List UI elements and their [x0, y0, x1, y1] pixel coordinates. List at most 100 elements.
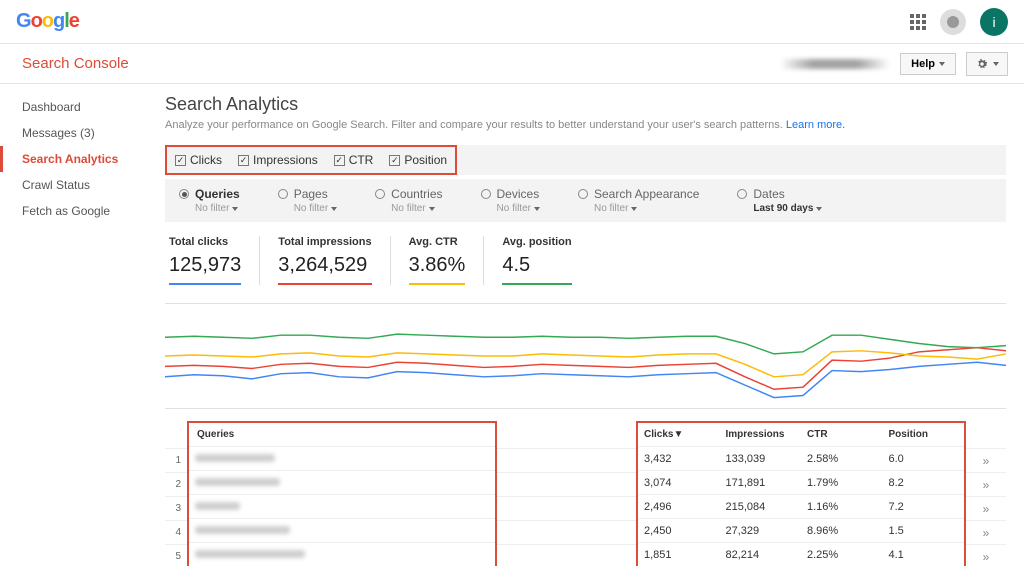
page-title: Search Analytics: [165, 94, 1006, 115]
radio-icon: [375, 189, 385, 199]
expand-row-button[interactable]: [966, 544, 1006, 568]
caret-down-icon: [534, 207, 540, 211]
sidebar: DashboardMessages (3)Search AnalyticsCra…: [0, 84, 155, 588]
notifications-icon[interactable]: [940, 9, 966, 35]
row-number: 2: [165, 479, 187, 490]
table-row-metrics: 3,074171,8911.79%8.2: [638, 470, 964, 494]
radio-icon: [179, 189, 189, 199]
site-selector[interactable]: [780, 59, 890, 69]
query-text: [195, 526, 290, 534]
expand-row-button[interactable]: [966, 448, 1006, 472]
chevron-right-icon: [983, 502, 990, 516]
ctr-header[interactable]: CTR: [801, 429, 883, 440]
topbar: Google i: [0, 0, 1024, 44]
dimension-filter[interactable]: No filter: [391, 203, 442, 214]
chevron-right-icon: [983, 478, 990, 492]
metric-checkbox-clicks[interactable]: ✓Clicks: [175, 153, 222, 167]
caret-down-icon: [939, 62, 945, 66]
checkbox-icon: ✓: [175, 155, 186, 166]
settings-button[interactable]: [966, 52, 1008, 76]
stat-total-impressions: Total impressions3,264,529: [260, 236, 390, 285]
query-text: [195, 502, 240, 510]
caret-down-icon: [631, 207, 637, 211]
metric-checkboxes: ✓Clicks ✓Impressions ✓CTR ✓Position: [165, 145, 457, 175]
query-text: [195, 454, 275, 462]
avatar[interactable]: i: [980, 8, 1008, 36]
sidebar-item-crawl-status[interactable]: Crawl Status: [0, 172, 155, 198]
dimension-pages[interactable]: PagesNo filter: [278, 187, 337, 214]
checkbox-icon: ✓: [389, 155, 400, 166]
dimension-dates[interactable]: DatesLast 90 days: [737, 187, 822, 214]
caret-down-icon: [232, 207, 238, 211]
row-number: 4: [165, 527, 187, 538]
impressions-header[interactable]: Impressions: [720, 429, 802, 440]
dimension-countries[interactable]: CountriesNo filter: [375, 187, 442, 214]
results-table: 12345 Queries Clicks▼ Impressions CTR Po…: [165, 421, 1006, 568]
clicks-header[interactable]: Clicks▼: [638, 429, 720, 440]
learn-more-link[interactable]: Learn more.: [786, 119, 845, 131]
table-row-metrics: 1,85182,2142.25%4.1: [638, 542, 964, 566]
table-row[interactable]: [189, 518, 495, 542]
expand-row-button[interactable]: [966, 520, 1006, 544]
chevron-right-icon: [983, 526, 990, 540]
dimension-queries[interactable]: QueriesNo filter: [179, 187, 240, 214]
chevron-right-icon: [983, 550, 990, 564]
analytics-chart: [165, 303, 1006, 409]
dimension-filter[interactable]: No filter: [195, 203, 240, 214]
dimension-filter[interactable]: No filter: [497, 203, 540, 214]
radio-icon: [481, 189, 491, 199]
sidebar-item-dashboard[interactable]: Dashboard: [0, 94, 155, 120]
sidebar-item-search-analytics[interactable]: Search Analytics: [0, 146, 155, 172]
position-header[interactable]: Position: [883, 429, 965, 440]
table-row[interactable]: [189, 446, 495, 470]
dimension-filter[interactable]: Last 90 days: [753, 203, 822, 214]
radio-icon: [737, 189, 747, 199]
caret-down-icon: [816, 207, 822, 211]
caret-down-icon: [429, 207, 435, 211]
table-row[interactable]: [189, 470, 495, 494]
query-text: [195, 550, 305, 558]
metric-checkbox-ctr[interactable]: ✓CTR: [334, 153, 374, 167]
dimension-devices[interactable]: DevicesNo filter: [481, 187, 540, 214]
dimension-row: QueriesNo filter PagesNo filter Countrie…: [165, 179, 1006, 222]
metric-checkbox-impressions[interactable]: ✓Impressions: [238, 153, 318, 167]
dimension-filter[interactable]: No filter: [594, 203, 699, 214]
sidebar-item-fetch-as-google[interactable]: Fetch as Google: [0, 198, 155, 224]
console-title: Search Console: [22, 55, 129, 72]
metrics-columns: Clicks▼ Impressions CTR Position 3,43213…: [636, 421, 966, 566]
stat-avg-ctr: Avg. CTR3.86%: [391, 236, 485, 285]
stat-avg-position: Avg. position4.5: [484, 236, 589, 285]
table-row[interactable]: [189, 542, 495, 566]
expand-row-button[interactable]: [966, 472, 1006, 496]
metric-checkbox-position[interactable]: ✓Position: [389, 153, 447, 167]
queries-header[interactable]: Queries: [187, 421, 497, 446]
caret-down-icon: [993, 62, 999, 66]
topbar-right: i: [910, 8, 1008, 36]
main-content: Search Analytics Analyze your performanc…: [155, 84, 1024, 588]
checkbox-icon: ✓: [334, 155, 345, 166]
row-number: 5: [165, 551, 187, 562]
dimension-search-appearance[interactable]: Search AppearanceNo filter: [578, 187, 699, 214]
radio-icon: [278, 189, 288, 199]
stat-total-clicks: Total clicks125,973: [165, 236, 260, 285]
metrics-header-row: Clicks▼ Impressions CTR Position: [636, 421, 966, 446]
chevron-right-icon: [983, 454, 990, 468]
table-row[interactable]: [189, 494, 495, 518]
table-row-metrics: 2,45027,3298.96%1.5: [638, 518, 964, 542]
dimension-filter[interactable]: No filter: [294, 203, 337, 214]
sidebar-item-messages-3-[interactable]: Messages (3): [0, 120, 155, 146]
expand-row-button[interactable]: [966, 496, 1006, 520]
gear-icon: [975, 57, 989, 71]
subbar-right: Help: [780, 52, 1008, 76]
query-text: [195, 478, 280, 486]
checkbox-icon: ✓: [238, 155, 249, 166]
subbar: Search Console Help: [0, 44, 1024, 84]
stats-row: Total clicks125,973Total impressions3,26…: [165, 236, 1006, 285]
help-button[interactable]: Help: [900, 53, 956, 75]
apps-icon[interactable]: [910, 14, 926, 30]
queries-column: Queries: [187, 421, 497, 566]
google-logo[interactable]: Google: [16, 10, 79, 33]
caret-down-icon: [331, 207, 337, 211]
page-description: Analyze your performance on Google Searc…: [165, 119, 1006, 131]
radio-icon: [578, 189, 588, 199]
